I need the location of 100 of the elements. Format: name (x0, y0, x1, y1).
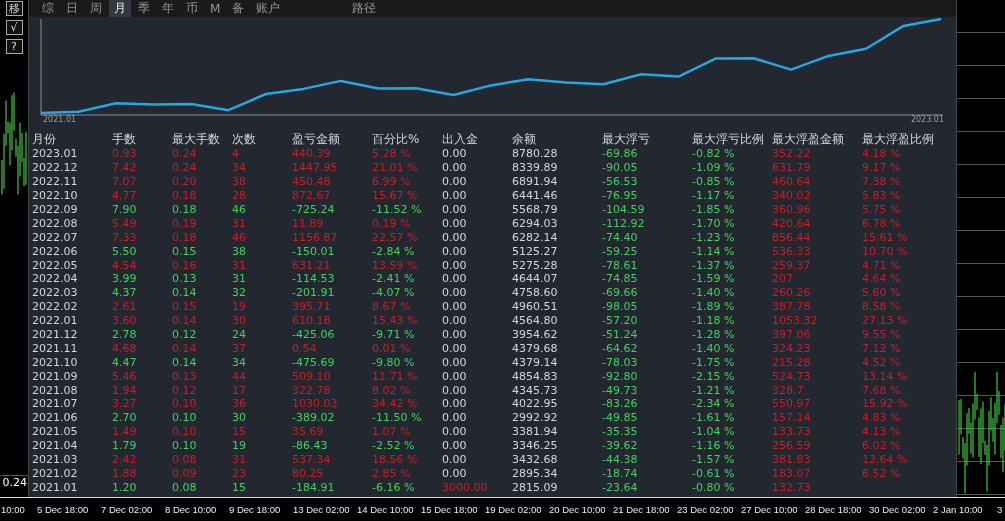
table-cell-text: 15 (232, 425, 247, 439)
table-cell-text: 22.57 % (372, 230, 419, 244)
table-cell-text: -35.35 (602, 425, 639, 439)
table-cell-text: 7.68 % (862, 383, 902, 397)
tab[interactable]: 日 (61, 0, 83, 17)
table-cell-text: 18.56 % (372, 453, 419, 467)
table-cell-text: 0.54 (292, 341, 318, 355)
table-cell-text: 450.48 (292, 175, 332, 189)
table-cell-text: 0.10 (172, 411, 198, 425)
tab[interactable]: M (205, 0, 226, 17)
table-cell-text: -11.50 % (372, 411, 423, 425)
chart-start-label: 2021.01 (43, 115, 77, 124)
table-cell-text: 6.99 % (372, 175, 412, 189)
table-cell-text: 8.67 % (372, 300, 412, 314)
tab[interactable]: 备 (227, 0, 250, 17)
table-cell-text: 550.97 (772, 397, 812, 411)
table-cell-text: 0.20 (172, 175, 198, 189)
table-cell-text: 6.52 % (862, 466, 902, 480)
table-cell-text: -1.28 % (692, 328, 736, 341)
table-cell-text: 4022.95 (512, 397, 559, 411)
table-cell-text: 4.77 (112, 189, 138, 203)
table-cell-text: 0.14 (172, 341, 198, 355)
column-header: 最大浮盈金额 (772, 131, 845, 148)
table-cell-text: -2.41 % (372, 272, 416, 286)
tab[interactable]: 账户 (251, 0, 286, 17)
table-cell-text: 2021.11 (32, 341, 79, 355)
table-cell-text: 2021.02 (32, 466, 79, 480)
tab[interactable]: 周 (85, 0, 107, 17)
table-cell-text: 36 (232, 397, 247, 411)
price-label: 0.24 (1, 476, 28, 489)
table-cell-text: -56.53 (602, 175, 639, 189)
table-cell-text: 1.20 (112, 480, 138, 494)
column-header: 出入金 (442, 131, 479, 148)
time-axis-label: 30 Dec 02:00 (869, 504, 927, 515)
tab[interactable]: 路径 (347, 0, 382, 17)
table-cell-text: 19 (232, 439, 247, 453)
table-cell-text: -0.82 % (692, 147, 736, 161)
column-header: 次数 (232, 131, 257, 148)
table-cell-text: -4.07 % (372, 286, 416, 300)
table-cell-text: 6294.03 (512, 216, 559, 230)
table-cell-text: 0.00 (442, 397, 468, 411)
table-cell-text: 3346.25 (512, 439, 559, 453)
table-cell-text: 2022.09 (32, 203, 79, 216)
tab[interactable]: 综 (37, 0, 59, 17)
table-cell-text: 4.18 % (862, 147, 902, 161)
table-cell-text: 872.67 (292, 189, 332, 203)
table-cell-text: 0.16 (172, 258, 198, 272)
table-cell-text: 0.00 (442, 216, 468, 230)
table-cell-text: -0.61 % (692, 466, 736, 480)
table-cell-text: 2.85 % (372, 466, 412, 480)
table-cell-text: 8.58 % (862, 300, 902, 314)
table-cell-text: 4.68 (112, 341, 138, 355)
table-cell-text: 0.00 (442, 161, 468, 175)
table-cell-text: -1.23 % (692, 230, 736, 244)
table-cell-text: 256.59 (772, 439, 812, 453)
table-cell-text: 0.01 % (372, 341, 412, 355)
table-cell-text: -59.25 (602, 244, 639, 258)
table-cell-text: 12.64 % (862, 453, 909, 467)
side-button[interactable]: 移 (5, 1, 23, 16)
time-axis-label: 14 Dec 10:00 (357, 504, 415, 515)
table-cell-text: 420.64 (772, 216, 812, 230)
table-cell-text: 1.94 (112, 383, 138, 397)
table-cell-text: 2992.92 (512, 411, 559, 425)
tab[interactable]: 月 (109, 0, 131, 17)
table-cell-text: 7.07 (112, 175, 138, 189)
table-cell-text: -104.59 (602, 203, 646, 216)
table-cell-text: 0.14 (172, 314, 198, 328)
table-cell-text: -114.53 (292, 272, 336, 286)
table-cell-text: -6.16 % (372, 480, 416, 494)
table-cell-text: 0.09 (172, 466, 198, 480)
table-cell-text: 4.52 % (862, 355, 902, 369)
time-axis-label: 8 Dec 10:00 (165, 504, 218, 515)
tab[interactable]: 年 (157, 0, 179, 17)
column-header: 百分比% (372, 131, 421, 148)
table-cell-text: -1.89 % (692, 300, 736, 314)
table-cell-text: 133.73 (772, 425, 812, 439)
table-cell-text: 0.13 (172, 272, 198, 286)
table-cell-text: 34 (232, 161, 247, 175)
table-cell-text: 0.24 (172, 161, 198, 175)
table-cell-text: 9.17 % (862, 161, 902, 175)
table-cell-text: 30 (232, 411, 247, 425)
table-cell-text: 395.71 (292, 300, 332, 314)
table-cell-text: 2021.10 (32, 355, 79, 369)
side-button[interactable]: √ (5, 20, 23, 35)
table-cell-text: 0.00 (442, 355, 468, 369)
side-button[interactable]: ? (5, 39, 23, 54)
tab[interactable]: 币 (181, 0, 203, 17)
table-cell-text: 2022.06 (32, 244, 79, 258)
table-cell-text: -90.05 (602, 161, 639, 175)
table-cell-text: 5.50 (112, 244, 138, 258)
table-cell-text: 31 (232, 258, 247, 272)
table-cell-text: 0.00 (442, 341, 468, 355)
table-cell-text: -92.80 (602, 369, 639, 383)
tab[interactable]: 季 (133, 0, 155, 17)
table-cell-text: 0.00 (442, 244, 468, 258)
table-cell-text: 2021.06 (32, 411, 79, 425)
column-header: 最大浮亏 (602, 131, 651, 148)
table-cell-text: 0.00 (442, 425, 468, 439)
table-cell-text: -9.71 % (372, 328, 416, 341)
table-cell-text: 1030.03 (292, 397, 339, 411)
